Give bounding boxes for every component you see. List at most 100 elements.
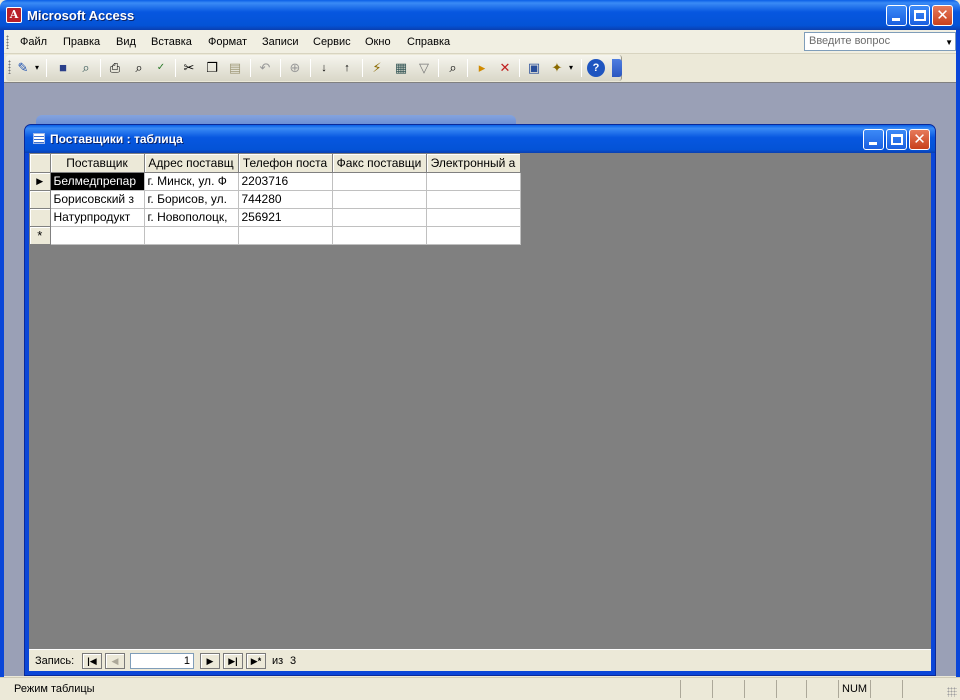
table-cell[interactable]: Натурпродукт <box>50 208 145 227</box>
current-record-input[interactable]: 1 <box>130 653 194 669</box>
select-all-corner[interactable] <box>30 154 51 173</box>
view-dropdown-icon[interactable]: ▾ <box>33 59 41 77</box>
table-cell[interactable] <box>332 190 427 209</box>
menu-edit[interactable]: Правка <box>63 36 100 48</box>
copy-icon[interactable]: ❐ <box>203 59 221 77</box>
window-border-right <box>956 30 960 677</box>
menubar-grip-icon[interactable] <box>6 35 9 49</box>
minimize-button[interactable] <box>886 5 907 26</box>
app-title: Microsoft Access <box>27 8 135 23</box>
menu-window[interactable]: Окно <box>365 36 391 48</box>
menu-help[interactable]: Справка <box>407 36 450 48</box>
toolbar-separator <box>362 59 363 77</box>
table-cell[interactable] <box>426 190 521 209</box>
record-selector-current[interactable]: ▶ <box>30 172 51 191</box>
new-object-dropdown-icon[interactable]: ▾ <box>567 59 575 77</box>
table-cell[interactable] <box>144 226 239 245</box>
record-selector[interactable] <box>30 190 51 209</box>
column-header[interactable]: Телефон поста <box>238 154 333 173</box>
table-cell[interactable]: г. Новополоцк, <box>144 208 239 227</box>
table-window-titlebar[interactable]: Поставщики : таблица ✕ <box>25 125 935 153</box>
new-object-icon[interactable]: ✦ <box>548 59 566 77</box>
column-header[interactable]: Поставщик <box>50 154 145 173</box>
print-preview-icon[interactable]: ⌕ <box>130 59 148 77</box>
toolbar-separator <box>175 59 176 77</box>
save-icon[interactable]: ■ <box>54 59 72 77</box>
menu-view[interactable]: Вид <box>116 36 136 48</box>
resize-grip-icon[interactable] <box>947 687 957 697</box>
table-cell[interactable]: 2203716 <box>238 172 333 191</box>
restore-icon <box>914 10 926 21</box>
paste-icon[interactable]: ▤ <box>226 59 244 77</box>
record-selector[interactable] <box>30 208 51 227</box>
toolbar-options-button[interactable] <box>612 59 622 77</box>
menu-file[interactable]: Файл <box>20 36 47 48</box>
search-db-icon[interactable]: ⌕ <box>77 59 95 77</box>
table-icon[interactable] <box>33 133 45 144</box>
view-icon[interactable]: ✎ <box>14 59 32 77</box>
table-cell[interactable]: г. Борисов, ул. <box>144 190 239 209</box>
filter-by-selection-icon[interactable]: ⚡ <box>368 59 386 77</box>
undo-icon[interactable]: ↶ <box>256 59 274 77</box>
table-cell[interactable]: Белмедпрепар <box>50 172 145 191</box>
datasheet-grid: Поставщик Адрес поставщ Телефон поста Фа… <box>30 154 521 245</box>
close-button[interactable]: ✕ <box>932 5 953 26</box>
menu-records[interactable]: Записи <box>262 36 299 48</box>
table-cell[interactable] <box>332 172 427 191</box>
maximize-button[interactable] <box>909 5 930 26</box>
first-record-button[interactable]: |◀ <box>82 653 102 669</box>
status-pane <box>744 680 745 698</box>
app-titlebar[interactable]: A Microsoft Access ✕ <box>0 0 960 30</box>
column-header[interactable]: Электронный а <box>426 154 521 173</box>
table-cell[interactable]: г. Минск, ул. Ф <box>144 172 239 191</box>
access-app-icon[interactable]: A <box>6 7 22 23</box>
table-minimize-button[interactable] <box>863 129 884 150</box>
spelling-icon[interactable]: ✓ <box>152 59 170 77</box>
new-record-icon[interactable]: ▸ <box>473 59 491 77</box>
menu-tools[interactable]: Сервис <box>313 36 351 48</box>
last-record-button[interactable]: ▶| <box>223 653 243 669</box>
previous-record-button[interactable]: ◀ <box>105 653 125 669</box>
menu-insert[interactable]: Вставка <box>151 36 192 48</box>
table-cell[interactable] <box>426 172 521 191</box>
column-header[interactable]: Адрес поставщ <box>144 154 239 173</box>
help-icon[interactable]: ? <box>587 59 605 77</box>
table-cell[interactable] <box>332 226 427 245</box>
apply-filter-icon[interactable]: ▽ <box>415 59 433 77</box>
table-cell[interactable]: Борисовский з <box>50 190 145 209</box>
status-pane <box>870 680 871 698</box>
status-pane <box>776 680 777 698</box>
table-cell[interactable]: 744280 <box>238 190 333 209</box>
record-of-label: из <box>272 655 284 667</box>
table-cell[interactable] <box>238 226 333 245</box>
filter-by-form-icon[interactable]: ▦ <box>392 59 410 77</box>
next-record-button[interactable]: ▶ <box>200 653 220 669</box>
status-bar: Режим таблицы NUM <box>0 677 960 700</box>
cell-text: Белмедпрепар <box>53 174 137 188</box>
column-header[interactable]: Факс поставщи <box>332 154 427 173</box>
new-record-marker[interactable]: * <box>30 226 51 245</box>
hyperlink-icon[interactable]: ⊕ <box>286 59 304 77</box>
table-row: ▶ Белмедпрепар г. Минск, ул. Ф 2203716 <box>30 172 521 191</box>
find-icon[interactable]: ⌕ <box>444 59 462 77</box>
table-cell[interactable] <box>50 226 145 245</box>
table-cell[interactable] <box>426 208 521 227</box>
sort-ascending-icon[interactable]: ↓ <box>315 59 333 77</box>
new-record-button[interactable]: ▶* <box>246 653 266 669</box>
menu-format[interactable]: Формат <box>208 36 247 48</box>
cut-icon[interactable]: ✂ <box>180 59 198 77</box>
table-cell[interactable] <box>426 226 521 245</box>
delete-record-icon[interactable]: ✕ <box>496 59 514 77</box>
database-window-icon[interactable]: ▣ <box>525 59 543 77</box>
close-icon: ✕ <box>913 131 926 148</box>
maximize-icon <box>891 134 903 145</box>
sort-descending-icon[interactable]: ↑ <box>338 59 356 77</box>
help-question-input[interactable]: Введите вопрос ▼ <box>804 32 956 51</box>
table-maximize-button[interactable] <box>886 129 907 150</box>
print-icon[interactable]: ⎙ <box>106 59 124 77</box>
table-close-button[interactable]: ✕ <box>909 129 930 150</box>
table-cell[interactable]: 256921 <box>238 208 333 227</box>
chevron-down-icon[interactable]: ▼ <box>945 38 953 47</box>
toolbar-grip-icon[interactable] <box>8 60 11 74</box>
table-cell[interactable] <box>332 208 427 227</box>
